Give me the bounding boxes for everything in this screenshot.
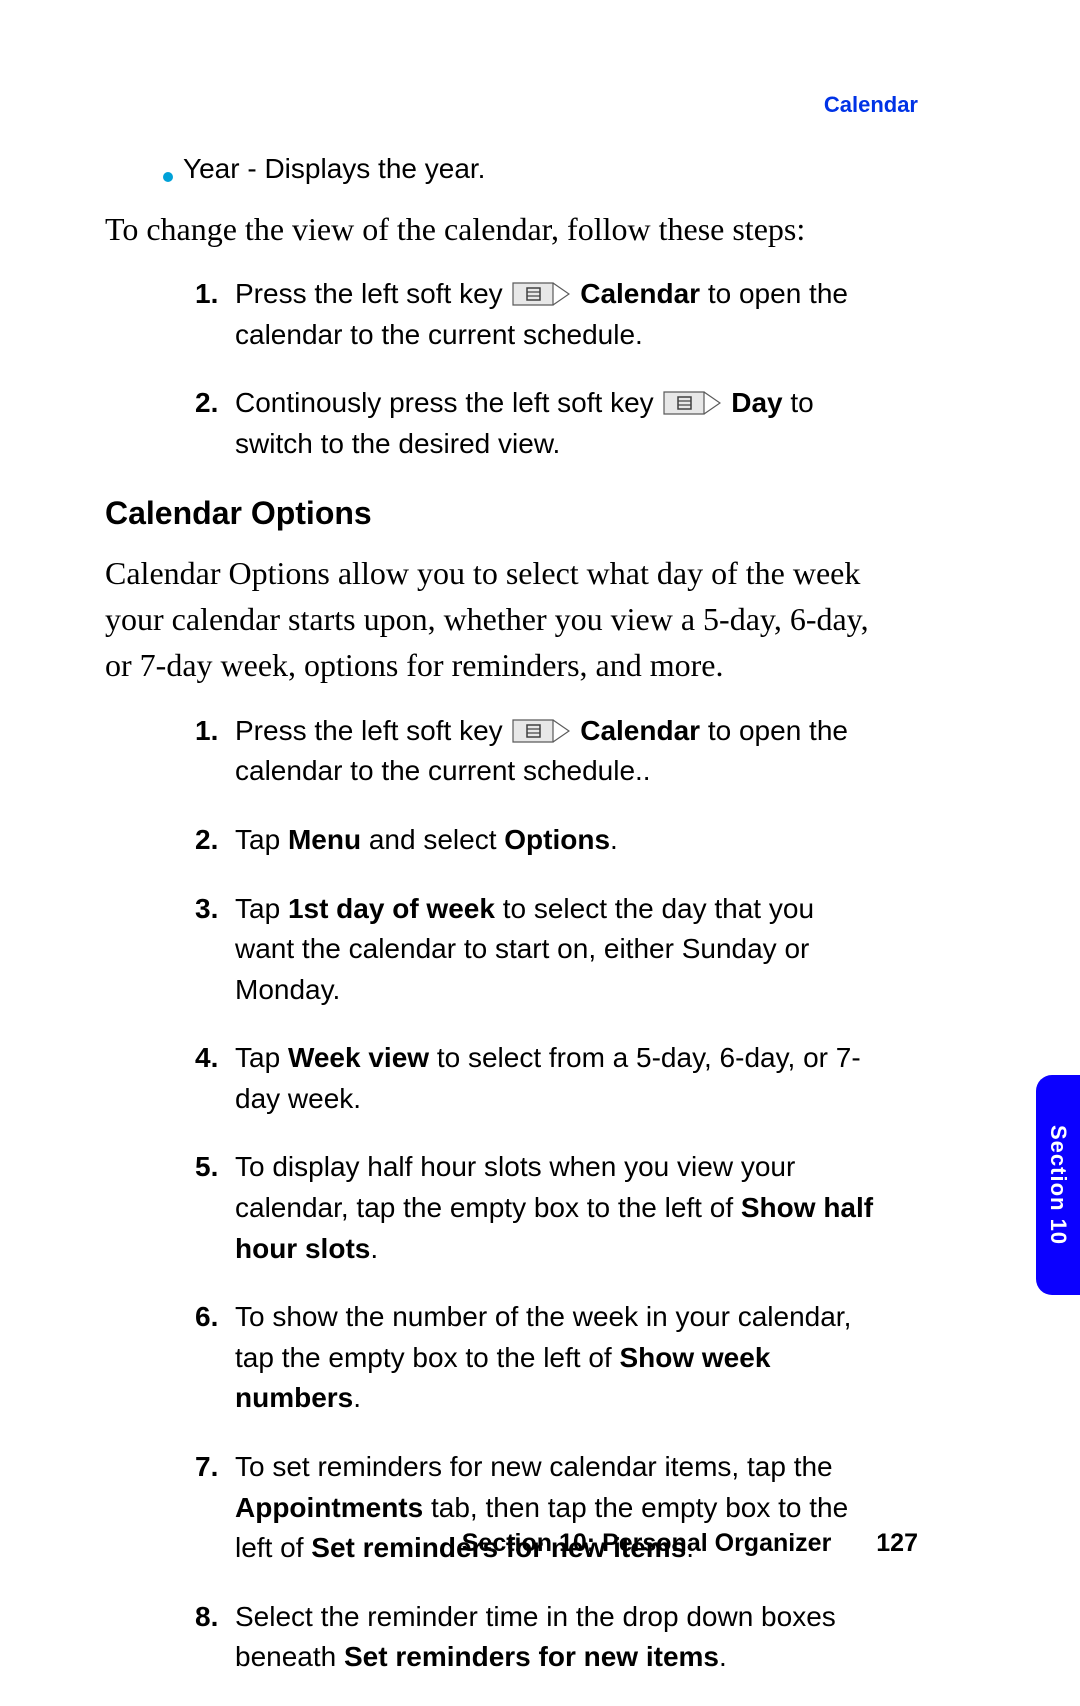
step-text-bold: Options — [504, 824, 610, 855]
softkey-icon — [512, 282, 570, 306]
step-text-bold: Calendar — [580, 278, 700, 309]
step-text-bold: Calendar — [580, 715, 700, 746]
step-item: 3.Tap 1st day of week to select the day … — [195, 889, 880, 1011]
step-text-bold: Day — [731, 387, 782, 418]
step-item: 5.To display half hour slots when you vi… — [195, 1147, 880, 1269]
step-text: Select the reminder time in the drop dow… — [235, 1597, 880, 1678]
step-number: 6. — [195, 1297, 235, 1419]
step-number: 1. — [195, 274, 235, 355]
step-text-segment: Tap — [235, 893, 288, 924]
step-text-segment: To display half hour slots when you view… — [235, 1151, 795, 1223]
step-text-segment: Press the left soft key — [235, 715, 510, 746]
step-number: 3. — [195, 889, 235, 1011]
step-text-segment: and select — [361, 824, 504, 855]
step-number: 1. — [195, 711, 235, 792]
step-text: Tap 1st day of week to select the day th… — [235, 889, 880, 1011]
page: Calendar Year - Displays the year. To ch… — [0, 0, 1080, 1622]
step-item: 1.Press the left soft key Calendar to op… — [195, 274, 880, 355]
steps-list-a: 1.Press the left soft key Calendar to op… — [105, 274, 880, 464]
step-text-segment: . — [353, 1382, 361, 1413]
softkey-icon — [663, 391, 721, 415]
step-text: Tap Menu and select Options. — [235, 820, 880, 861]
intro-paragraph-1: To change the view of the calendar, foll… — [105, 206, 880, 252]
step-item: 8.Select the reminder time in the drop d… — [195, 1597, 880, 1678]
step-text-segment: Tap — [235, 1042, 288, 1073]
intro-paragraph-2: Calendar Options allow you to select wha… — [105, 550, 880, 689]
step-text-bold: 1st day of week — [288, 893, 495, 924]
content: Year - Displays the year. To change the … — [105, 150, 880, 1706]
step-text-pre: Continously press the left soft key — [235, 387, 661, 418]
step-text-bold: Set reminders for new items — [344, 1641, 719, 1672]
step-text: Press the left soft key Calendar to open… — [235, 711, 880, 792]
step-text: Continously press the left soft key Day … — [235, 383, 880, 464]
step-text-bold: Menu — [288, 824, 361, 855]
step-number: 5. — [195, 1147, 235, 1269]
step-number: 2. — [195, 820, 235, 861]
step-text: To display half hour slots when you view… — [235, 1147, 880, 1269]
step-text-segment: . — [719, 1641, 727, 1672]
bullet-item: Year - Displays the year. — [163, 150, 880, 188]
footer-page-number: 127 — [876, 1529, 918, 1557]
softkey-icon — [512, 719, 570, 743]
footer-section: Section 10: Personal Organizer — [462, 1529, 832, 1557]
step-text-segment: . — [610, 824, 618, 855]
subhead-calendar-options: Calendar Options — [105, 495, 880, 532]
step-text-bold: Appointments — [235, 1492, 423, 1523]
step-text-segment: . — [370, 1233, 378, 1264]
step-number: 2. — [195, 383, 235, 464]
step-item: 2.Tap Menu and select Options. — [195, 820, 880, 861]
step-text-segment: Tap — [235, 824, 288, 855]
step-text-pre: Press the left soft key — [235, 278, 510, 309]
step-text-segment: To set reminders for new calendar items,… — [235, 1451, 833, 1482]
step-number: 4. — [195, 1038, 235, 1119]
step-number: 8. — [195, 1597, 235, 1678]
running-head: Calendar — [824, 92, 918, 118]
section-side-tab-label: Section 10 — [1045, 1125, 1071, 1245]
footer: Section 10: Personal Organizer 127 — [462, 1529, 918, 1558]
step-item: 1.Press the left soft key Calendar to op… — [195, 711, 880, 792]
step-text: Press the left soft key Calendar to open… — [235, 274, 880, 355]
bullet-dot-icon — [163, 172, 173, 182]
step-item: 6.To show the number of the week in your… — [195, 1297, 880, 1419]
step-item: 2.Continously press the left soft key Da… — [195, 383, 880, 464]
step-text: Tap Week view to select from a 5-day, 6-… — [235, 1038, 880, 1119]
step-item: 4.Tap Week view to select from a 5-day, … — [195, 1038, 880, 1119]
step-text: To show the number of the week in your c… — [235, 1297, 880, 1419]
step-number: 7. — [195, 1447, 235, 1569]
section-side-tab: Section 10 — [1036, 1075, 1080, 1295]
bullet-text: Year - Displays the year. — [183, 150, 485, 188]
step-text-bold: Week view — [288, 1042, 429, 1073]
